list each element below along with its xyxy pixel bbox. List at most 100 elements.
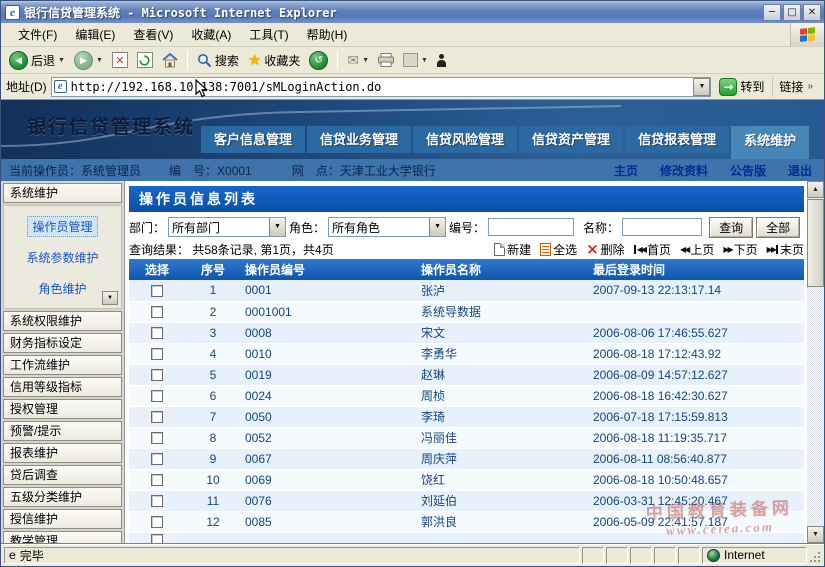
action-delete[interactable]: ×删除 xyxy=(586,241,625,258)
nav-tab[interactable]: 信贷资产管理 xyxy=(519,126,623,153)
forward-button[interactable]: ▶ ▼ xyxy=(72,50,105,71)
print-button[interactable] xyxy=(376,52,396,68)
row-checkbox[interactable] xyxy=(151,348,163,360)
sidebar-submenu-item[interactable]: 操作员管理 xyxy=(27,216,97,237)
sidebar-section-system-maintenance[interactable]: 系统维护 xyxy=(3,183,122,203)
sidebar-submenu-item[interactable]: 角色维护 xyxy=(38,280,86,297)
scroll-down-icon[interactable]: ▼ xyxy=(807,526,824,543)
go-button[interactable]: → 转到 xyxy=(715,76,768,98)
header-link[interactable]: 修改资料 xyxy=(660,162,708,179)
scroll-up-icon[interactable]: ▲ xyxy=(807,181,824,198)
action-prev-page[interactable]: ◀◀上页 xyxy=(680,241,714,258)
row-checkbox[interactable] xyxy=(151,474,163,486)
row-checkbox[interactable] xyxy=(151,411,163,423)
refresh-button[interactable] xyxy=(135,51,155,69)
header-link[interactable]: 主页 xyxy=(614,162,638,179)
minimize-button[interactable]: ─ xyxy=(763,4,781,21)
action-select-all[interactable]: 全选 xyxy=(540,241,577,258)
last-page-icon: ▶▶ xyxy=(767,245,778,254)
sidebar-item[interactable]: 工作流维护 xyxy=(3,355,122,375)
sidebar-item[interactable]: 授权管理 xyxy=(3,399,122,419)
row-last-login-time: 2006-08-11 08:56:40.877 xyxy=(589,448,804,469)
dept-select-arrow-icon[interactable]: ▼ xyxy=(269,218,285,236)
query-button[interactable]: 查询 xyxy=(709,217,753,238)
role-select[interactable]: 所有角色 ▼ xyxy=(328,217,446,237)
row-checkbox[interactable] xyxy=(151,453,163,465)
menu-item[interactable]: 工具(T) xyxy=(240,23,297,46)
action-next-page[interactable]: ▶▶下页 xyxy=(723,241,757,258)
code-filter-input[interactable] xyxy=(488,218,574,236)
filter-row: 部门： 所有部门 ▼ 角色： 所有角色 ▼ 编号： 名称： 查询 全部 xyxy=(129,212,804,239)
row-checkbox[interactable] xyxy=(151,516,163,528)
history-button[interactable]: ↺ xyxy=(307,50,330,71)
row-operator-code: 0050 xyxy=(241,406,417,427)
links-button[interactable]: 链接 » xyxy=(772,77,819,97)
sidebar-item[interactable]: 信用等级指标 xyxy=(3,377,122,397)
menu-item[interactable]: 查看(V) xyxy=(124,23,182,46)
messenger-button[interactable] xyxy=(435,53,448,68)
stop-button[interactable]: ✕ xyxy=(110,51,130,69)
action-label: 末页 xyxy=(780,241,804,258)
session-bar: 当前操作员：系统管理员 编 号：X0001 网 点：天津工业大学银行 主页修改资… xyxy=(1,159,824,181)
header-link[interactable]: 公告版 xyxy=(730,162,766,179)
action-new-doc[interactable]: 新建 xyxy=(494,241,531,258)
address-dropdown-icon[interactable]: ▼ xyxy=(693,78,710,96)
resize-grip[interactable] xyxy=(809,547,822,564)
nav-tab[interactable]: 系统维护 xyxy=(731,126,809,159)
sidebar-item[interactable]: 五级分类维护 xyxy=(3,487,122,507)
action-first-page[interactable]: ◀◀首页 xyxy=(634,241,671,258)
row-checkbox[interactable] xyxy=(151,327,163,339)
nav-tab[interactable]: 客户信息管理 xyxy=(201,126,305,153)
maximize-button[interactable]: □ xyxy=(783,4,801,21)
mail-button[interactable]: ✉ ▼ xyxy=(345,51,371,70)
nav-tab[interactable]: 信贷业务管理 xyxy=(307,126,411,153)
row-checkbox[interactable] xyxy=(151,432,163,444)
row-checkbox[interactable] xyxy=(151,369,163,381)
row-checkbox[interactable] xyxy=(151,534,163,543)
sidebar-item[interactable]: 教学管理 xyxy=(3,531,122,543)
sidebar-submenu-dropdown-icon[interactable]: ▼ xyxy=(102,291,118,305)
edit-button[interactable]: ▼ xyxy=(401,52,430,68)
action-last-page[interactable]: ▶▶末页 xyxy=(767,241,804,258)
sidebar-item[interactable]: 授信维护 xyxy=(3,509,122,529)
row-checkbox[interactable] xyxy=(151,390,163,402)
header-link[interactable]: 退出 xyxy=(788,162,812,179)
favorites-star-icon: ★ xyxy=(248,51,261,69)
home-button[interactable] xyxy=(160,52,180,69)
row-checkbox[interactable] xyxy=(151,306,163,318)
table-row: 50019赵琳2006-08-09 14:57:12.627 xyxy=(129,364,804,385)
forward-dropdown-icon[interactable]: ▼ xyxy=(96,57,103,64)
dept-label: 部门： xyxy=(129,219,165,236)
sidebar-item[interactable]: 系统权限维护 xyxy=(3,311,122,331)
row-checkbox[interactable] xyxy=(151,495,163,507)
back-dropdown-icon[interactable]: ▼ xyxy=(58,57,65,64)
scrollbar-thumb[interactable] xyxy=(807,199,824,287)
nav-tab[interactable]: 信贷风险管理 xyxy=(413,126,517,153)
menu-item[interactable]: 编辑(E) xyxy=(66,23,124,46)
sidebar-item[interactable]: 贷后调查 xyxy=(3,465,122,485)
sidebar-item[interactable]: 财务指标设定 xyxy=(3,333,122,353)
back-button[interactable]: ◀ 后退 ▼ xyxy=(7,50,67,71)
role-select-arrow-icon[interactable]: ▼ xyxy=(429,218,445,236)
menu-item[interactable]: 文件(F) xyxy=(9,23,66,46)
sidebar-submenu-item[interactable]: 系统参数维护 xyxy=(26,249,98,266)
menu-bar: 文件(F)编辑(E)查看(V)收藏(A)工具(T)帮助(H) xyxy=(1,23,824,47)
address-field[interactable]: e ▼ xyxy=(51,77,712,97)
dept-select[interactable]: 所有部门 ▼ xyxy=(168,217,286,237)
sidebar-item[interactable]: 报表维护 xyxy=(3,443,122,463)
row-checkbox[interactable] xyxy=(151,285,163,297)
name-filter-input[interactable] xyxy=(622,218,702,236)
address-input[interactable] xyxy=(71,80,694,94)
favorites-button[interactable]: ★ 收藏夹 xyxy=(246,50,302,70)
sidebar-item[interactable]: 预警/提示 xyxy=(3,421,122,441)
search-button[interactable]: 搜索 xyxy=(195,51,241,70)
menu-item[interactable]: 收藏(A) xyxy=(182,23,240,46)
all-button[interactable]: 全部 xyxy=(756,217,800,238)
nav-tab[interactable]: 信贷报表管理 xyxy=(625,126,729,153)
row-last-login-time: 2007-09-13 22:13:17.14 xyxy=(589,280,804,301)
vertical-scrollbar[interactable]: ▲ ▼ xyxy=(807,181,824,543)
edit-dropdown-icon[interactable]: ▼ xyxy=(421,57,428,64)
mail-dropdown-icon[interactable]: ▼ xyxy=(362,57,369,64)
close-button[interactable]: ✕ xyxy=(803,4,821,21)
menu-item[interactable]: 帮助(H) xyxy=(298,23,357,46)
